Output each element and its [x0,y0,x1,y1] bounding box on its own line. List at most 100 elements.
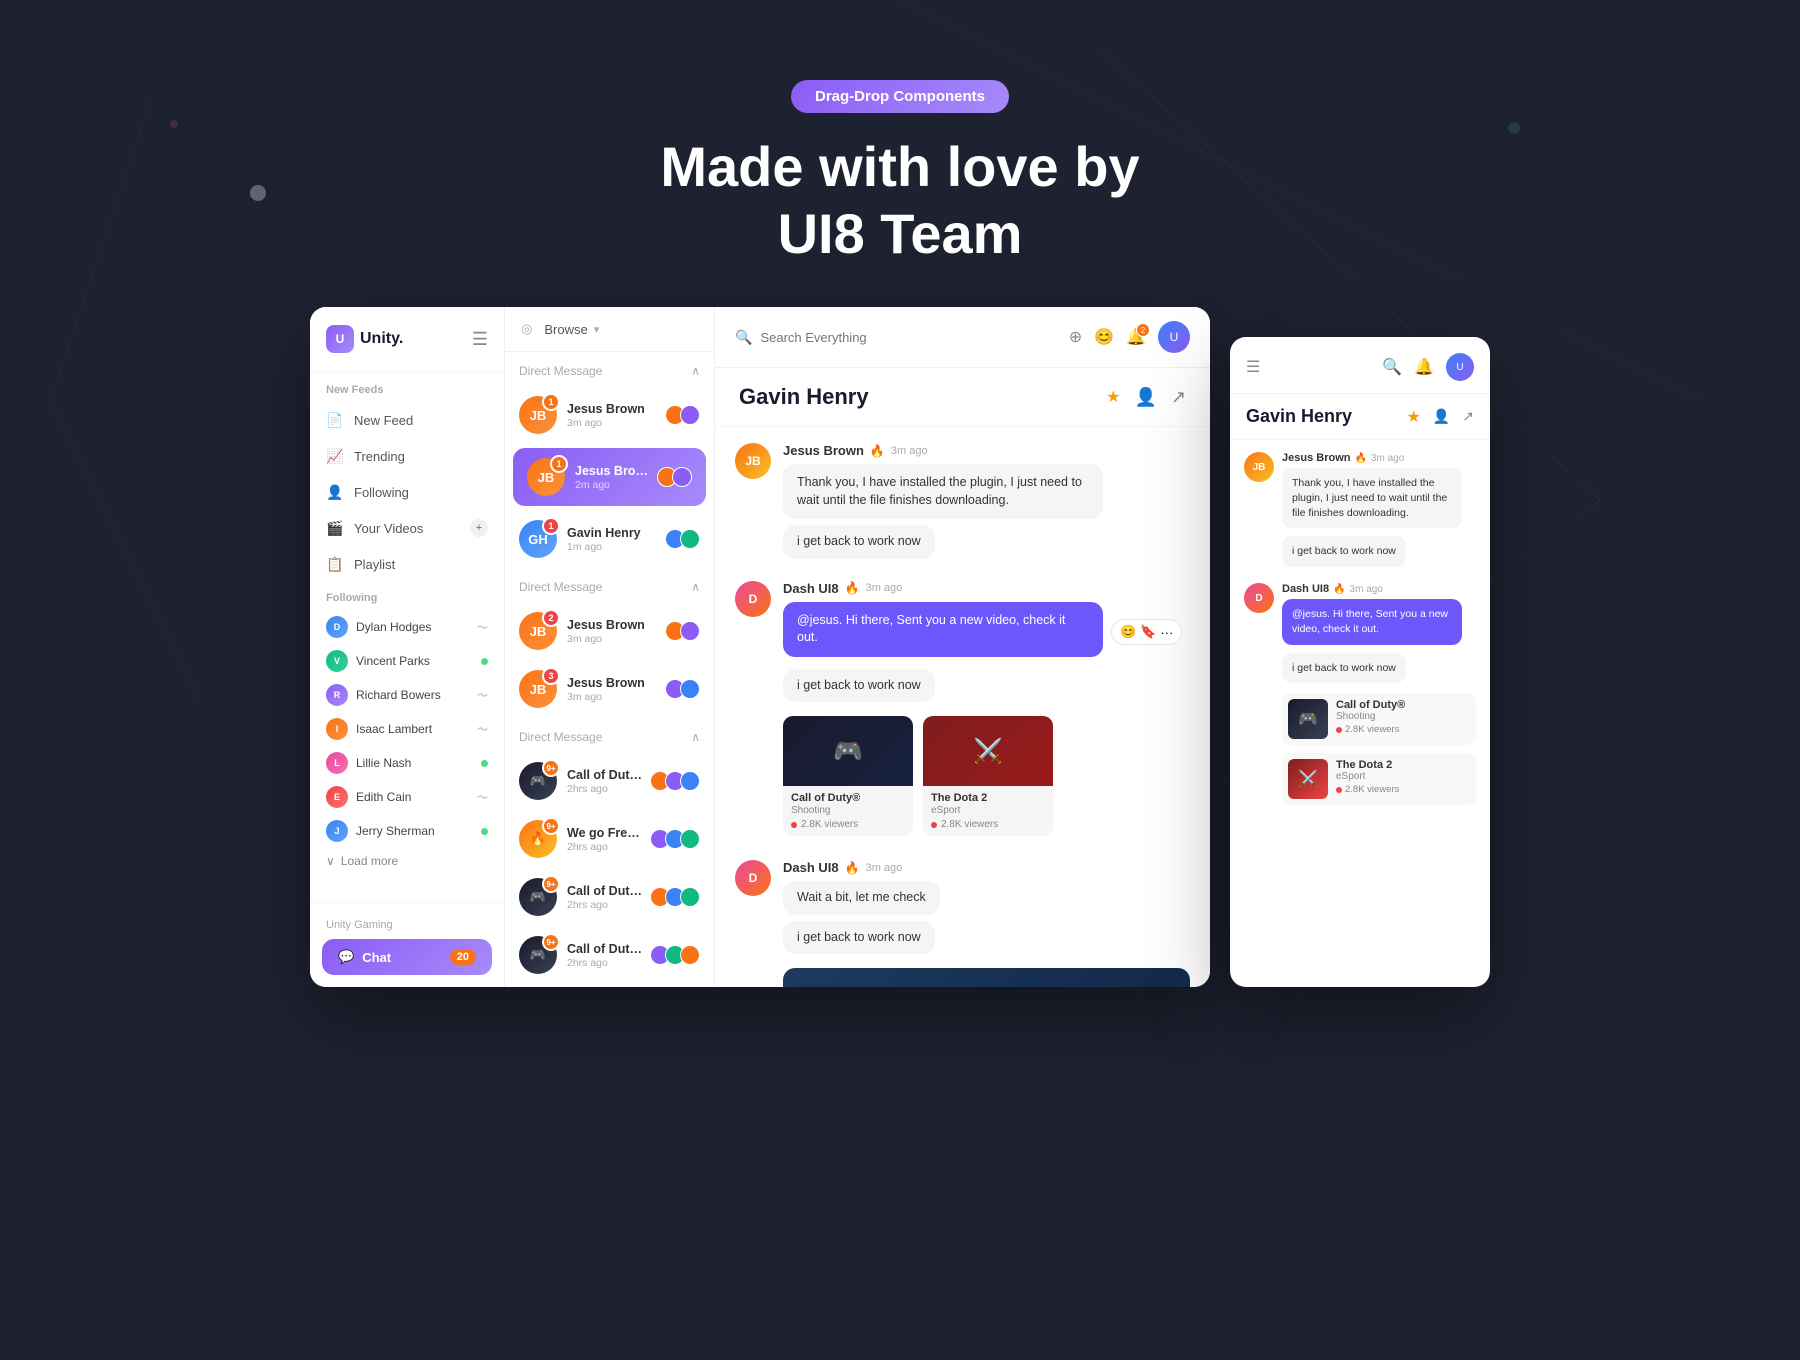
msg-sender-3: Dash UI8 [783,860,839,875]
dm-item-jesus-4[interactable]: JB 3 Jesus Brown 3m ago [505,660,714,718]
chat-title-bar: Gavin Henry ★ 👤 ↗ [715,368,1210,427]
following-name-richard: Richard Bowers [356,688,469,702]
share-icon[interactable]: ↗ [1171,387,1186,408]
dm-avatar-stack-gavin [670,529,700,549]
game-cards: 🎮 Call of Duty® Shooting 2.8K viewers [783,716,1190,836]
emoji-icon[interactable]: 😊 [1094,327,1114,347]
mobile-hamburger-icon[interactable]: ☰ [1246,357,1260,377]
mobile-user-avatar[interactable]: U [1446,353,1474,381]
user-avatar-nav[interactable]: U [1158,321,1190,353]
sidebar-item-label-trending: Trending [354,449,405,464]
dm-chevron-1[interactable]: ∧ [691,364,700,378]
mobile-share-icon[interactable]: ↗ [1462,408,1474,425]
dm-right-cod-3 [655,945,700,965]
chat-button[interactable]: 💬 Chat 20 [322,939,492,975]
following-item-isaac[interactable]: I Isaac Lambert 〜 [310,712,504,746]
sidebar-item-videos[interactable]: 🎬 Your Videos + [310,510,504,546]
more-reaction: ··· [1160,625,1173,640]
dm-right-gavin [670,529,700,549]
browse-label: Browse [544,322,587,337]
star-icon[interactable]: ★ [1106,387,1120,407]
following-item-dylan[interactable]: D Dylan Hodges 〜 [310,610,504,644]
following-name-dylan: Dylan Hodges [356,620,469,634]
sidebar-item-following[interactable]: 👤 Following [310,474,504,510]
msg-reactions[interactable]: 😊 🔖 ··· [1111,619,1182,645]
dm-avatar-wrap-3: JB 2 [519,612,557,650]
game-card-info-cod: Call of Duty® Shooting 2.8K viewers [783,786,913,836]
dm-item-cod-1[interactable]: 🎮 9+ Call of Duty Group 2hrs ago [505,752,714,810]
following-item-richard[interactable]: R Richard Bowers 〜 [310,678,504,712]
dm-right-active [662,467,692,487]
mob-header-2: Dash UI8 🔥 3m ago [1282,583,1476,595]
videos-icon: 🎬 [326,519,344,537]
add-icon[interactable]: ⊕ [1069,327,1082,347]
sidebar-item-playlist[interactable]: 📋 Playlist [310,546,504,582]
dm-item-cod-2[interactable]: 🎮 9+ Call of Duty Group 2hrs ago [505,868,714,926]
game-viewers-dota: 2.8K viewers [931,819,1045,830]
mob-game-title-cod: Call of Duty® [1336,699,1470,711]
game-title-dota: The Dota 2 [931,792,1045,804]
dm-name-3: Jesus Brown [567,618,660,632]
msg-header-3: Dash UI8 🔥 3m ago [783,860,1190,875]
chat-icon: 💬 [338,949,354,965]
viewer-count-dota: 2.8K viewers [941,819,998,830]
mobile-star-icon[interactable]: ★ [1406,407,1420,427]
page-header: Drag-Drop Components Made with love by U… [0,0,1800,307]
hamburger-icon[interactable]: ☰ [472,329,488,350]
mob-game-info-dota: The Dota 2 eSport 2.8K viewers [1336,759,1470,799]
sidebar-item-label-following: Following [354,485,409,500]
mobile-search-icon[interactable]: 🔍 [1382,357,1402,377]
dm-item-cod-3[interactable]: 🎮 9+ Call of Duty Group 2hrs ago [505,926,714,984]
sidebar-item-new-feed[interactable]: 📄 New Feed [310,402,504,438]
chat-search: 🔍 [735,329,1069,346]
logo-text: Unity. [360,330,403,348]
mob-viewer-count-dota: 2.8K viewers [1345,784,1399,795]
dm-item-gavin[interactable]: GH 1 Gavin Henry 1m ago [505,510,714,568]
dm-avatar-stack-cod-3 [655,945,700,965]
browse-icon: ◎ [521,321,532,337]
mob-sender-1: Jesus Brown [1282,452,1350,464]
dm-time-cod-3: 2hrs ago [567,957,645,969]
dm-time-gavin: 1m ago [567,541,660,553]
user-icon[interactable]: 👤 [1134,387,1156,408]
game-card-img-cod: 🎮 [783,716,913,786]
mob-game-card-cod[interactable]: 🎮 Call of Duty® Shooting 2.8K viewers [1282,693,1476,745]
following-name-lillie: Lillie Nash [356,756,473,770]
mobile-user-icon[interactable]: 👤 [1433,408,1450,425]
add-video-icon[interactable]: + [470,519,488,537]
chat-user-name: Gavin Henry [739,384,1106,410]
drag-drop-badge: Drag-Drop Components [791,80,1009,113]
mob-flame-1: 🔥 [1354,453,1366,464]
dm-item-jesus-active[interactable]: JB 1 Jesus Brown 2m ago [513,448,706,506]
game-title-cod: Call of Duty® [791,792,905,804]
following-item-edith[interactable]: E Edith Cain 〜 [310,780,504,814]
load-more-button[interactable]: ∨ Load more [310,848,504,874]
avatar-vincent: V [326,650,348,672]
msg-header-1: Jesus Brown 🔥 3m ago [783,443,1190,458]
following-item-lillie[interactable]: L Lillie Nash [310,746,504,780]
sidebar-item-trending[interactable]: 📈 Trending [310,438,504,474]
dm-chevron-2[interactable]: ∧ [691,580,700,594]
browse-button[interactable]: Browse ▾ [544,322,599,337]
game-card-img-dota: ⚔️ [923,716,1053,786]
messages-panel: ◎ Browse ▾ Direct Message ∧ JB 1 [505,307,715,987]
mobile-bell-icon[interactable]: 🔔 [1414,359,1434,376]
dm-chevron-3[interactable]: ∧ [691,730,700,744]
msg-avatar-dash-2: D [735,860,771,896]
game-card-dota[interactable]: ⚔️ The Dota 2 eSport 2.8K viewers [923,716,1053,836]
mobile-panel: ☰ 🔍 🔔 U Gavin Henry ★ 👤 ↗ JB [1230,337,1490,987]
game-card-cod[interactable]: 🎮 Call of Duty® Shooting 2.8K viewers [783,716,913,836]
dm-item-freefire[interactable]: 🔥 9+ We go FreeFire 2hrs ago [505,810,714,868]
msg-content-2: Dash UI8 🔥 3m ago @jesus. Hi there, Sent… [783,581,1190,845]
dm-item-jesus-1[interactable]: JB 1 Jesus Brown 3m ago [505,386,714,444]
following-item-vincent[interactable]: V Vincent Parks [310,644,504,678]
mob-game-card-dota[interactable]: ⚔️ The Dota 2 eSport 2.8K viewers [1282,753,1476,805]
notification-icon[interactable]: 🔔 2 [1126,327,1146,347]
following-item-jerry[interactable]: J Jerry Sherman [310,814,504,848]
wifi-icon-richard: 〜 [477,687,488,703]
dm-item-jesus-3[interactable]: JB 2 Jesus Brown 3m ago [505,602,714,660]
search-input[interactable] [760,330,1068,345]
mini-av-c13 [680,771,700,791]
dm-badge-active: 1 [550,455,568,473]
msg-avatar-jesus-1: JB [735,443,771,479]
